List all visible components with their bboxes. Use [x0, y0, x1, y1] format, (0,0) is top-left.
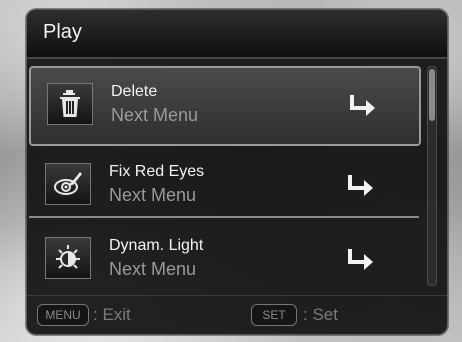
set-key-button[interactable]: SET: [251, 304, 297, 326]
title-bar: Play: [27, 10, 447, 59]
menu-key-action: : Exit: [93, 305, 131, 324]
menu-item-label: Delete: [111, 83, 158, 100]
menu-item-sublabel: Next Menu: [111, 105, 199, 125]
trash-icon: [47, 83, 93, 125]
menu-item-dynamic-light[interactable]: Dynam. Light Next Menu: [27, 220, 419, 296]
footer-bar: MENU : Exit SET : Set: [27, 295, 447, 334]
menu-item-fix-red-eyes[interactable]: Fix Red Eyes Next Menu: [27, 146, 419, 222]
menu-item-sublabel: Next Menu: [109, 185, 197, 205]
menu-item-delete[interactable]: Delete Next Menu: [29, 66, 421, 146]
divider: [29, 216, 419, 218]
enter-arrow-icon: [350, 95, 375, 116]
scrollbar-thumb[interactable]: [429, 69, 435, 121]
page-title: Play: [43, 21, 82, 43]
dynamic-light-icon: [45, 237, 91, 279]
red-eye-icon: [45, 163, 91, 205]
enter-arrow-icon: [348, 249, 373, 270]
play-menu-panel: Play Delete Next Menu Fix Red Eyes Next …: [26, 9, 448, 335]
menu-item-label: Dynam. Light: [109, 237, 204, 254]
menu-item-sublabel: Next Menu: [109, 259, 197, 279]
menu-key-button[interactable]: MENU: [37, 304, 89, 326]
set-key-action: : Set: [303, 305, 338, 324]
menu-item-label: Fix Red Eyes: [109, 163, 205, 180]
scrollbar[interactable]: [427, 66, 437, 286]
enter-arrow-icon: [348, 175, 373, 196]
